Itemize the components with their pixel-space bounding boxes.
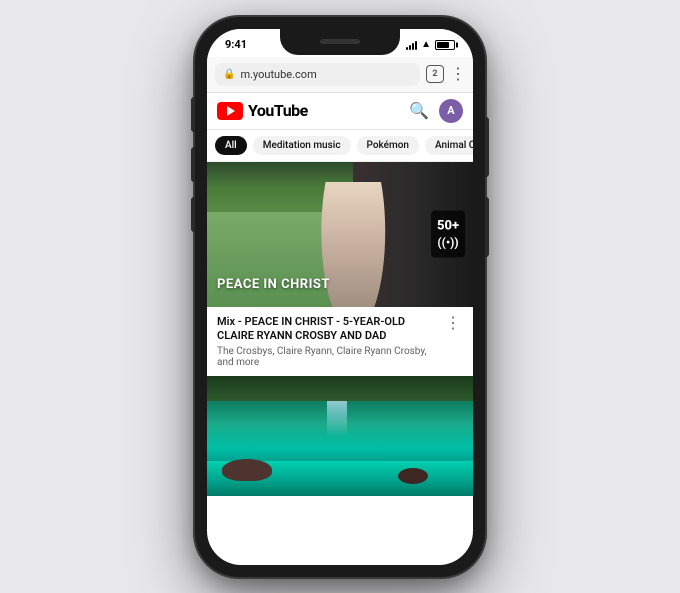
battery-icon (435, 40, 455, 50)
youtube-actions: 🔍 A (409, 99, 463, 123)
phone-notch (280, 29, 400, 55)
status-icons: ▲ (406, 39, 455, 50)
url-text: m.youtube.com (240, 68, 412, 81)
search-icon[interactable]: 🔍 (409, 101, 429, 120)
url-bar[interactable]: 🔒 m.youtube.com (215, 63, 420, 86)
chip-meditation[interactable]: Meditation music (253, 136, 351, 155)
time-display: 9:41 (225, 38, 247, 51)
filter-chips: All Meditation music Pokémon Animal Cros… (207, 130, 473, 162)
playlist-badge: 50+ ((•)) (431, 211, 465, 258)
video-info-1: Mix - PEACE IN CHRIST - 5-YEAR-OLD CLAIR… (207, 307, 473, 377)
browser-bar: 🔒 m.youtube.com 2 ⋮ (207, 57, 473, 93)
play-triangle (227, 106, 235, 116)
video-thumbnail-1[interactable]: PEACE IN CHRIST 50+ ((•)) (207, 162, 473, 307)
tab-count[interactable]: 2 (426, 65, 444, 83)
youtube-header: YouTube 🔍 A (207, 93, 473, 130)
phone-screen: 9:41 ▲ 🔒 m.youtube.com 2 ⋮ (207, 29, 473, 565)
chip-animal-cross[interactable]: Animal Cross (425, 136, 473, 155)
video-more-button-1[interactable]: ⋮ (443, 315, 463, 331)
chip-all[interactable]: All (215, 136, 247, 155)
content-area: PEACE IN CHRIST 50+ ((•)) Mix - PEACE IN… (207, 162, 473, 497)
video-meta-1: Mix - PEACE IN CHRIST - 5-YEAR-OLD CLAIR… (217, 315, 443, 369)
video-thumbnail-2[interactable] (207, 376, 473, 496)
video-channel-1: The Crosbys, Claire Ryann, Claire Ryann … (217, 346, 443, 368)
signal-icon (406, 40, 417, 50)
wifi-icon: ▲ (421, 39, 431, 50)
phone-mockup: 9:41 ▲ 🔒 m.youtube.com 2 ⋮ (195, 17, 485, 577)
youtube-title: YouTube (248, 101, 308, 120)
video-overlay-text: PEACE IN CHRIST (217, 277, 330, 292)
youtube-icon (217, 102, 243, 120)
lock-icon: 🔒 (223, 69, 235, 80)
browser-menu-button[interactable]: ⋮ (450, 66, 465, 82)
playlist-icon: ((•)) (437, 236, 459, 250)
youtube-logo: YouTube (217, 101, 308, 120)
video-title-1: Mix - PEACE IN CHRIST - 5-YEAR-OLD CLAIR… (217, 315, 443, 344)
chip-pokemon[interactable]: Pokémon (357, 136, 419, 155)
speaker (320, 39, 360, 44)
user-avatar[interactable]: A (439, 99, 463, 123)
playlist-count: 50+ (437, 219, 459, 234)
